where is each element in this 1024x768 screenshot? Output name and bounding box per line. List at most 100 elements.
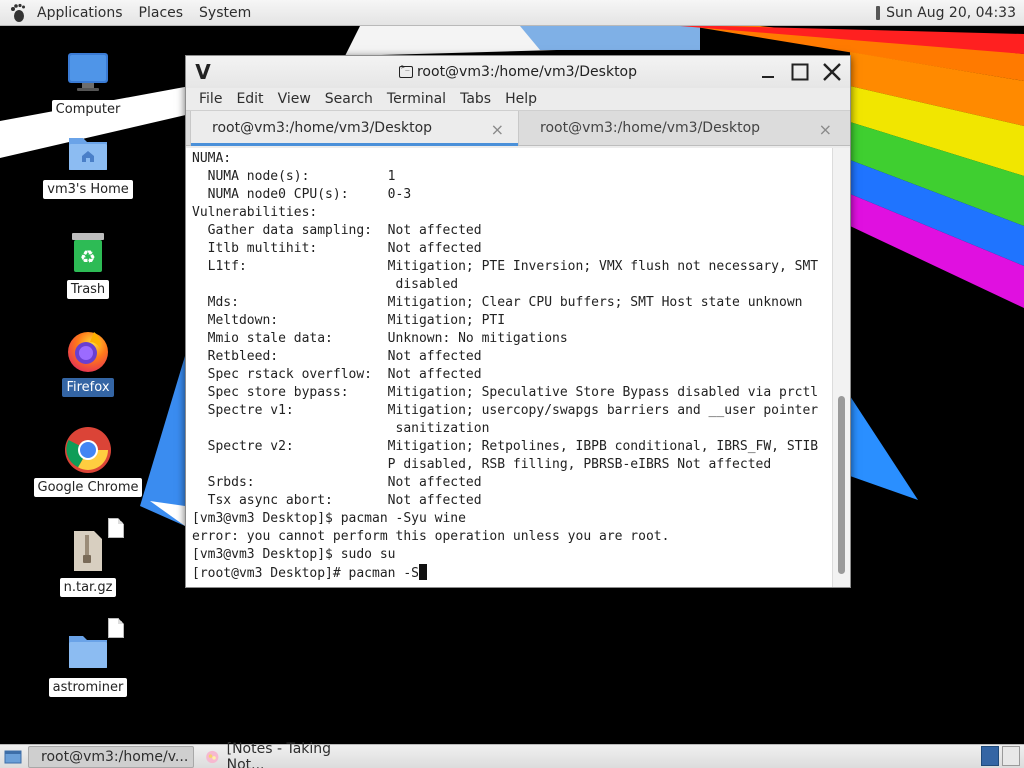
minimize-button[interactable] (752, 57, 784, 87)
terminal-line: Vulnerabilities: (192, 205, 318, 220)
terminal-line: Tsx async abort: Not affected (192, 493, 482, 508)
terminal-line: NUMA node0 CPU(s): 0-3 (192, 187, 412, 202)
maximize-icon (791, 63, 809, 81)
desktop-icon-label: n.tar.gz (59, 578, 117, 597)
taskbar-notes[interactable]: [Notes - Taking Not... (198, 741, 368, 768)
prompt-text: [root@vm3 Desktop]# pacman -S (192, 566, 419, 581)
terminal-line: L1tf: Mitigation; PTE Inversion; VMX flu… (192, 259, 819, 274)
terminal-line: error: you cannot perform this operation… (192, 529, 670, 544)
desktop-icon-label: Trash (66, 280, 110, 299)
window-menu-icon[interactable]: V (186, 56, 220, 88)
desktop-icon-archive[interactable]: n.tar.gz (38, 518, 138, 597)
menu-tabs[interactable]: Tabs (453, 88, 498, 110)
terminal-line: Spec rstack overflow: Not affected (192, 367, 482, 382)
trash-icon: ♻ (64, 228, 112, 276)
menu-help[interactable]: Help (498, 88, 544, 110)
vertical-scrollbar[interactable] (832, 148, 850, 587)
tab-1[interactable]: root@vm3:/home/vm3/Desktop × (190, 111, 519, 146)
menu-bar: File Edit View Search Terminal Tabs Help (186, 88, 850, 110)
desktop-icon-label: vm3's Home (43, 180, 133, 199)
terminal-line: NUMA node(s): 1 (192, 169, 396, 184)
desktop-icon-computer[interactable]: Computer (38, 48, 138, 119)
document-badge-icon (108, 618, 124, 638)
close-icon (823, 63, 841, 81)
terminal-icon (398, 63, 413, 78)
desktop-icon-label: Google Chrome (33, 478, 143, 497)
menu-view[interactable]: View (271, 88, 318, 110)
tab-close-icon[interactable]: × (819, 120, 832, 139)
notes-icon (206, 750, 219, 763)
gnome-foot-icon[interactable] (7, 2, 29, 24)
desktop-icon-label: Computer (51, 100, 125, 119)
show-desktop-icon (4, 750, 22, 763)
minimize-icon (762, 76, 774, 78)
taskbar-terminal[interactable]: >_ root@vm3:/home/v... (28, 745, 194, 768)
workspace-switcher (981, 746, 1020, 766)
tab-label: root@vm3:/home/vm3/Desktop (540, 120, 761, 136)
clock-area: Sun Aug 20, 04:33 (876, 0, 1016, 26)
firefox-icon (64, 326, 112, 374)
desktop-icon-chrome[interactable]: Google Chrome (33, 426, 143, 497)
terminal-line: Spectre v2: Mitigation; Retpolines, IBPB… (192, 439, 819, 454)
terminal-prompt-line[interactable]: [root@vm3 Desktop]# pacman -S (192, 564, 818, 582)
terminal-line: Mds: Mitigation; Clear CPU buffers; SMT … (192, 295, 803, 310)
menu-search[interactable]: Search (318, 88, 380, 110)
terminal-line: disabled (192, 277, 459, 292)
menu-edit[interactable]: Edit (229, 88, 270, 110)
folder-icon (64, 618, 124, 674)
desktop-icon-home[interactable]: vm3's Home (38, 128, 138, 199)
terminal-line: NUMA: (192, 151, 232, 166)
panel-clock[interactable]: Sun Aug 20, 04:33 (886, 5, 1016, 21)
scrollbar-thumb[interactable] (838, 396, 845, 574)
terminal-text: NUMA: NUMA node(s): 1 NUMA node0 CPU(s):… (192, 150, 818, 582)
bottom-panel: >_ root@vm3:/home/v... [Notes - Taking N… (0, 741, 1024, 768)
tab-bar: root@vm3:/home/vm3/Desktop × root@vm3:/h… (186, 110, 850, 146)
terminal-line: Meltdown: Mitigation; PTI (192, 313, 506, 328)
taskbar-label: [Notes - Taking Not... (226, 740, 332, 768)
home-folder-icon (64, 128, 112, 176)
window-title-group: root@vm3:/home/vm3/Desktop (186, 56, 850, 88)
text-cursor (418, 564, 427, 580)
terminal-line: sanitization (192, 421, 490, 436)
document-badge-icon (108, 518, 124, 538)
tab-close-icon[interactable]: × (491, 120, 504, 139)
window-controls (752, 56, 848, 88)
terminal-window: V root@vm3:/home/vm3/Desktop File Edit V… (185, 55, 851, 588)
terminal-line: Gather data sampling: Not affected (192, 223, 482, 238)
desktop-icon-label: astrominer (48, 678, 128, 697)
workspace-1[interactable] (981, 746, 999, 766)
window-title: root@vm3:/home/vm3/Desktop (416, 64, 638, 80)
tab-2[interactable]: root@vm3:/home/vm3/Desktop × (519, 111, 846, 145)
desktop-icon-firefox[interactable]: Firefox (38, 326, 138, 397)
maximize-button[interactable] (784, 57, 816, 87)
top-panel: Applications Places System Sun Aug 20, 0… (0, 0, 1024, 26)
menu-file[interactable]: File (192, 88, 229, 110)
places-menu[interactable]: Places (131, 0, 192, 26)
desktop-icon-trash[interactable]: ♻ Trash (38, 228, 138, 299)
menu-terminal[interactable]: Terminal (380, 88, 453, 110)
terminal-line: Itlb multihit: Not affected (192, 241, 482, 256)
chrome-icon (64, 426, 112, 474)
workspace-2[interactable] (1002, 746, 1020, 766)
terminal-line: Retbleed: Not affected (192, 349, 482, 364)
terminal-line: Mmio stale data: Unknown: No mitigations (192, 331, 568, 346)
show-desktop-button[interactable] (2, 746, 24, 768)
desktop-icon-label: Firefox (62, 378, 114, 397)
terminal-line: [vm3@vm3 Desktop]$ pacman -Syu wine (192, 511, 466, 526)
terminal-line: Spectre v1: Mitigation; usercopy/swapgs … (192, 403, 819, 418)
taskbar-label: root@vm3:/home/v... (41, 748, 189, 765)
computer-icon (64, 48, 112, 96)
system-menu[interactable]: System (191, 0, 259, 26)
desktop-icon-astrominer[interactable]: astrominer (38, 618, 138, 697)
terminal-line: Srbds: Not affected (192, 475, 482, 490)
close-button[interactable] (816, 57, 848, 87)
archive-icon (64, 518, 124, 574)
terminal-output[interactable]: NUMA: NUMA node(s): 1 NUMA node0 CPU(s):… (186, 148, 850, 587)
window-titlebar[interactable]: V root@vm3:/home/vm3/Desktop (186, 56, 850, 88)
separator-icon (876, 6, 881, 20)
svg-text:♻: ♻ (80, 247, 96, 268)
tab-label: root@vm3:/home/vm3/Desktop (212, 120, 433, 136)
applications-menu[interactable]: Applications (29, 0, 131, 26)
terminal-line: P disabled, RSB filling, PBRSB-eIBRS Not… (192, 457, 772, 472)
terminal-line: Spec store bypass: Mitigation; Speculati… (192, 385, 819, 400)
